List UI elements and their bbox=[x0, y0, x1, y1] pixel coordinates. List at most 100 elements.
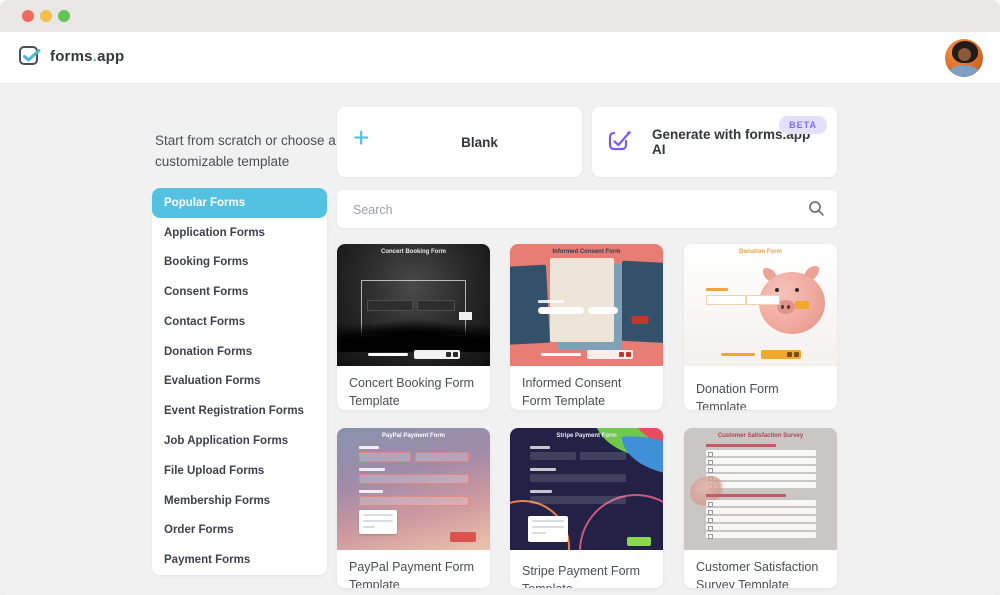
mini-footer bbox=[684, 350, 837, 359]
preview-title: PayPal Payment Form bbox=[337, 433, 490, 439]
mini-footer bbox=[510, 350, 663, 359]
minimize-window-button[interactable] bbox=[40, 10, 52, 22]
mini-progress bbox=[721, 353, 755, 356]
template-title: Donation Form Template bbox=[684, 366, 837, 410]
mini-label bbox=[359, 468, 385, 471]
mini-option-row bbox=[706, 524, 816, 530]
preview-title: Customer Satisfaction Survey bbox=[684, 433, 837, 439]
mini-option-row bbox=[706, 532, 816, 538]
zoom-window-button[interactable] bbox=[58, 10, 70, 22]
sidebar-item-evaluation-forms[interactable]: Evaluation Forms bbox=[152, 367, 327, 397]
sidebar-item-job-application-forms[interactable]: Job Application Forms bbox=[152, 426, 327, 456]
template-card-stripe-payment[interactable]: Stripe Payment Form Stripe Payment Form … bbox=[510, 428, 663, 588]
search-icon[interactable] bbox=[808, 200, 825, 217]
avatar-face bbox=[958, 48, 971, 61]
mini-input bbox=[746, 295, 780, 305]
template-title: Informed Consent Form Template bbox=[510, 366, 663, 410]
mini-label bbox=[530, 446, 550, 449]
mini-question-label bbox=[706, 444, 776, 447]
close-window-button[interactable] bbox=[22, 10, 34, 22]
sidebar-item-event-registration-forms[interactable]: Event Registration Forms bbox=[152, 396, 327, 426]
mini-question-label bbox=[706, 494, 786, 497]
crowd-silhouette-graphic bbox=[337, 318, 490, 352]
mini-label bbox=[530, 468, 556, 471]
sidebar-item-booking-forms[interactable]: Booking Forms bbox=[152, 248, 327, 278]
mini-input bbox=[415, 452, 469, 462]
template-title: Stripe Payment Form Template bbox=[510, 550, 663, 588]
mini-button bbox=[795, 301, 809, 309]
mini-input bbox=[359, 452, 411, 462]
sidebar-item-membership-forms[interactable]: Membership Forms bbox=[152, 486, 327, 516]
search-bar bbox=[337, 190, 837, 228]
paper-graphic bbox=[510, 265, 550, 346]
piggy-bank-graphic bbox=[787, 305, 790, 309]
mini-submit-button bbox=[627, 537, 651, 546]
blank-form-button[interactable]: + Blank bbox=[337, 107, 582, 177]
mini-label bbox=[530, 490, 552, 493]
mini-progress bbox=[368, 353, 408, 356]
brand-name: forms.app bbox=[50, 48, 124, 65]
mini-label bbox=[359, 446, 379, 449]
mini-option-row bbox=[706, 474, 816, 480]
paper-graphic bbox=[618, 261, 663, 344]
mini-option-row bbox=[706, 516, 816, 522]
preview-title: Informed Consent Form bbox=[510, 249, 663, 255]
mini-next-button bbox=[631, 316, 649, 324]
preview-title: Donation Form bbox=[684, 249, 837, 255]
user-avatar[interactable] bbox=[945, 39, 983, 77]
mini-input bbox=[706, 295, 746, 305]
mini-pager bbox=[414, 350, 460, 359]
template-preview-donation: Donation Form bbox=[684, 244, 837, 366]
piggy-bank-graphic bbox=[775, 288, 779, 292]
mini-input bbox=[588, 307, 618, 314]
ai-check-icon bbox=[606, 127, 634, 155]
credit-card-graphic bbox=[359, 510, 397, 534]
mini-input bbox=[530, 496, 626, 504]
template-title: PayPal Payment Form Template bbox=[337, 550, 490, 588]
app-header: forms.app bbox=[0, 32, 1000, 84]
mini-input bbox=[538, 307, 584, 314]
mini-footer bbox=[337, 350, 490, 359]
preview-title: Stripe Payment Form bbox=[510, 433, 663, 439]
preview-title: Concert Booking Form bbox=[337, 249, 490, 255]
blank-form-label: Blank bbox=[397, 107, 562, 177]
template-card-informed-consent[interactable]: Informed Consent Form Informed Consent F… bbox=[510, 244, 663, 410]
template-preview-paypal: PayPal Payment Form bbox=[337, 428, 490, 550]
template-card-concert-booking[interactable]: Concert Booking Form Concert Booking For… bbox=[337, 244, 490, 410]
mini-input bbox=[359, 474, 469, 484]
sidebar-item-file-upload-forms[interactable]: File Upload Forms bbox=[152, 456, 327, 486]
sidebar-item-payment-forms[interactable]: Payment Forms bbox=[152, 545, 327, 575]
mini-input bbox=[530, 452, 576, 460]
mini-input bbox=[367, 300, 413, 311]
template-card-paypal-payment[interactable]: PayPal Payment Form PayPal Payment Form … bbox=[337, 428, 490, 588]
sidebar-item-popular-forms[interactable]: Popular Forms bbox=[152, 188, 327, 218]
mini-input bbox=[417, 300, 455, 311]
plus-icon: + bbox=[353, 124, 369, 152]
template-card-donation[interactable]: Donation Form Donation Form Template bbox=[684, 244, 837, 410]
forms-app-logo[interactable]: forms.app bbox=[18, 44, 124, 68]
template-title: Concert Booking Form Template bbox=[337, 366, 490, 410]
piggy-bank-graphic bbox=[781, 305, 784, 309]
mini-label bbox=[706, 288, 728, 291]
sidebar-item-contact-forms[interactable]: Contact Forms bbox=[152, 307, 327, 337]
sidebar-item-consent-forms[interactable]: Consent Forms bbox=[152, 277, 327, 307]
mini-option-row bbox=[706, 466, 816, 472]
sidebar-item-donation-forms[interactable]: Donation Forms bbox=[152, 337, 327, 367]
template-title: Customer Satisfaction Survey Template bbox=[684, 550, 837, 588]
mini-submit-button bbox=[450, 532, 476, 542]
mini-label bbox=[359, 490, 383, 493]
sidebar-item-application-forms[interactable]: Application Forms bbox=[152, 218, 327, 248]
beta-badge: BETA bbox=[779, 116, 827, 134]
template-preview-stripe: Stripe Payment Form bbox=[510, 428, 663, 550]
mini-input bbox=[530, 474, 626, 482]
window-titlebar bbox=[0, 0, 1000, 32]
mini-option-row bbox=[706, 450, 816, 456]
mini-option-row bbox=[706, 458, 816, 464]
sidebar-item-order-forms[interactable]: Order Forms bbox=[152, 515, 327, 545]
search-input[interactable] bbox=[351, 190, 795, 230]
app-window: forms.app Start from scratch or choose a… bbox=[0, 0, 1000, 595]
generate-ai-button[interactable]: Generate with forms.app AI BETA bbox=[592, 107, 837, 177]
template-card-customer-satisfaction[interactable]: Customer Satisfaction Survey Customer Sa… bbox=[684, 428, 837, 588]
mini-input bbox=[359, 496, 469, 506]
mini-option-row bbox=[706, 500, 816, 506]
